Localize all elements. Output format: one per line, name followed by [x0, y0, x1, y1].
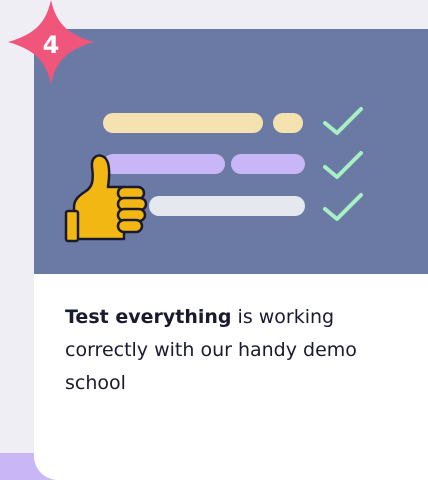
checklist-line [103, 154, 225, 174]
checklist-line [231, 154, 305, 174]
checklist-line [149, 196, 305, 216]
checklist-line [103, 113, 263, 133]
checkmark-icon [323, 151, 363, 179]
step-number: 4 [42, 31, 60, 59]
checklist-line [273, 113, 303, 133]
step-badge: 4 [0, 0, 110, 100]
checkmark-icon [323, 107, 363, 135]
card-description: Test everything is working correctly wit… [65, 301, 415, 400]
card-text-strong: Test everything [65, 306, 232, 328]
checkmark-icon [323, 193, 363, 221]
